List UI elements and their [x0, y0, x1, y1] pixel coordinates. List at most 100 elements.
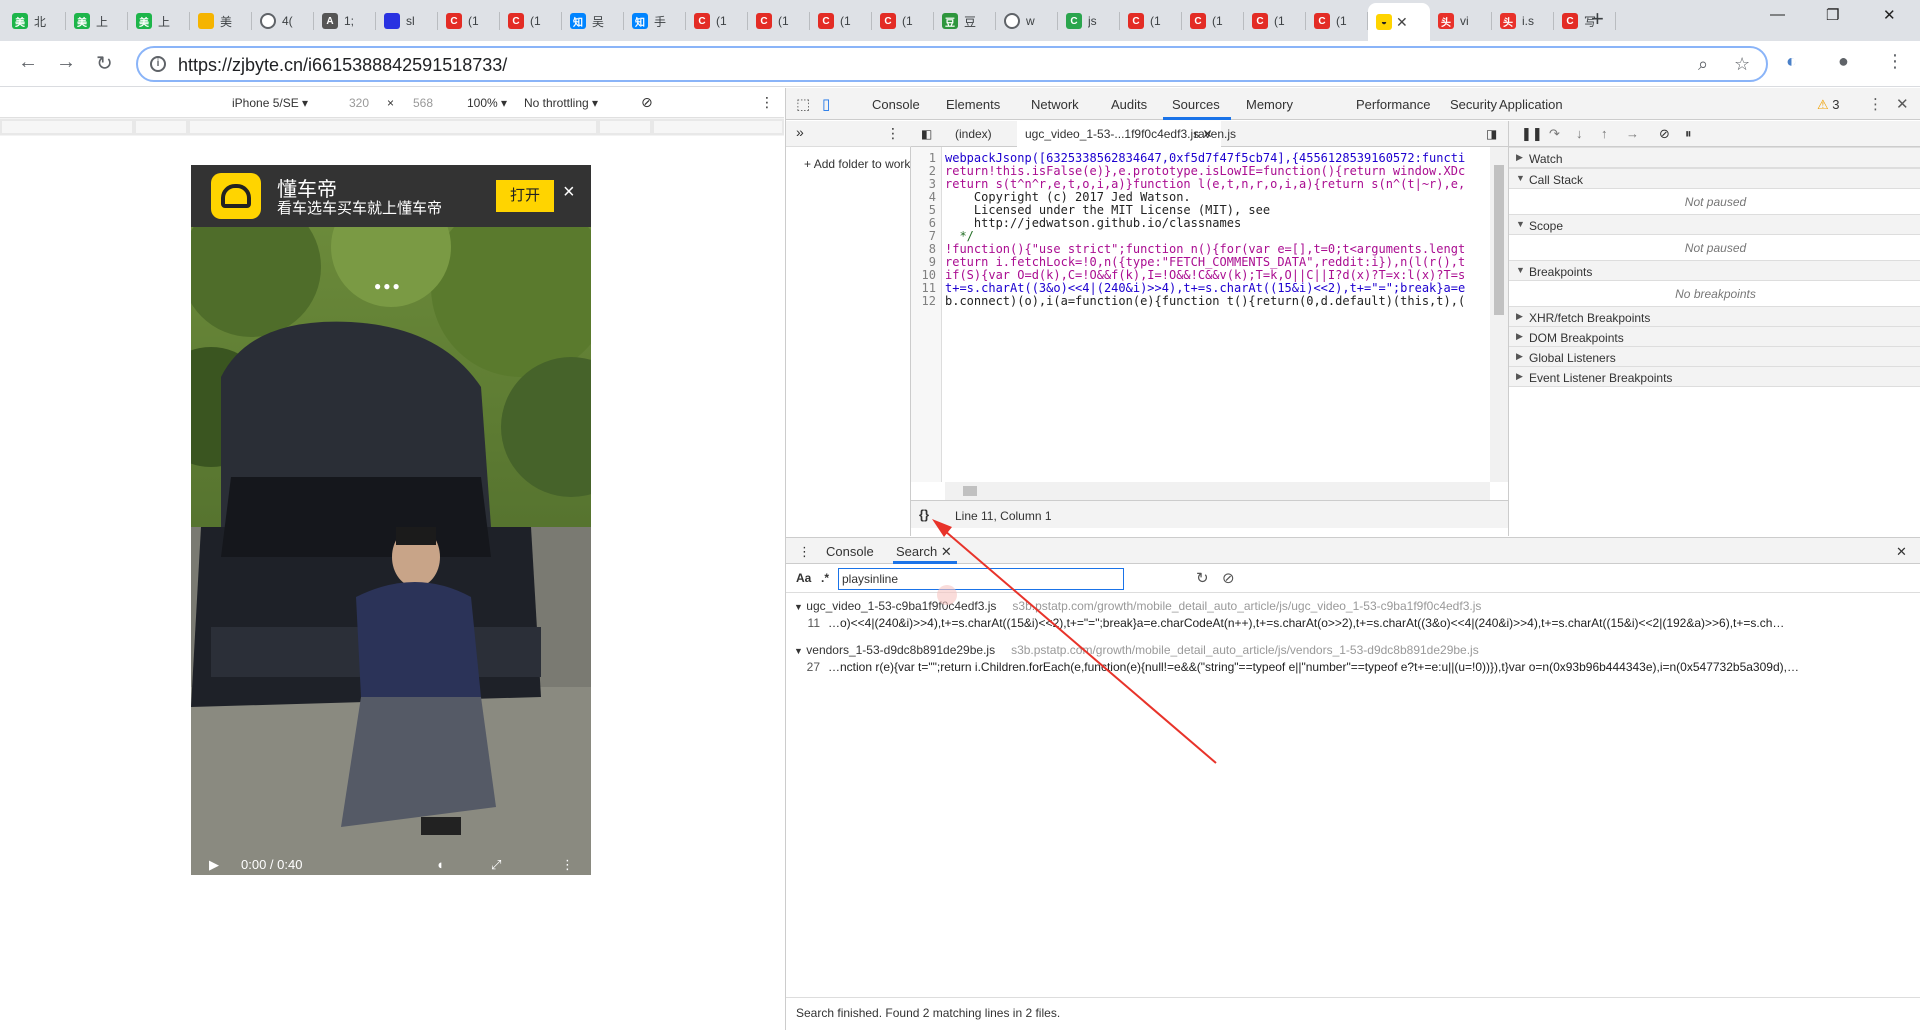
play-icon[interactable]: ▶	[209, 857, 219, 873]
clear-search-icon[interactable]: ⊘	[1222, 569, 1235, 587]
line-number[interactable]: 1	[929, 151, 936, 165]
more-tabs-icon[interactable]: »	[796, 124, 804, 140]
line-number[interactable]: 10	[922, 268, 936, 282]
browser-tab[interactable]: C (1	[1244, 6, 1306, 36]
browser-tab[interactable]: C (1	[872, 6, 934, 36]
extension-icon[interactable]: ◐	[1786, 51, 1797, 72]
horizontal-scrollbar[interactable]	[945, 482, 1490, 500]
line-number[interactable]: 7	[929, 229, 936, 243]
line-number[interactable]: 3	[929, 177, 936, 191]
deactivate-breakpoints-icon[interactable]: ⊘	[1659, 126, 1670, 142]
maximize-icon[interactable]: ❐	[1826, 6, 1839, 24]
inspect-element-icon[interactable]: ⬚	[796, 95, 810, 113]
search-result-line[interactable]: 27 …nction r(e){var t="";return i.Childre…	[798, 660, 1918, 674]
device-height[interactable]: 568	[413, 96, 433, 110]
browser-tab[interactable]: 美北	[4, 6, 66, 36]
zoom-select[interactable]: 100% ▾	[467, 96, 507, 110]
close-tab-icon[interactable]: ✕	[1396, 14, 1408, 31]
drawer-tab-search[interactable]: Search ✕	[896, 544, 952, 560]
tab-network[interactable]: Network	[1031, 97, 1079, 112]
drawer-menu-icon[interactable]: ⋮	[798, 544, 811, 560]
new-tab-button[interactable]: +	[1591, 6, 1604, 32]
browser-tab[interactable]: Cjs	[1058, 6, 1120, 36]
device-select[interactable]: iPhone 5/SE ▾	[232, 96, 308, 110]
fullscreen-icon[interactable]: ⤢	[491, 857, 501, 873]
watch-section[interactable]: ▶ Watch	[1509, 147, 1920, 168]
step-out-icon[interactable]: ↑	[1601, 126, 1608, 141]
editor-tab-ugc-video[interactable]: ugc_video_1-53-...1f9f0c4edf3.js ✕	[1017, 121, 1221, 147]
toggle-debugger-icon[interactable]: ◨	[1486, 127, 1497, 141]
volume-icon[interactable]: ◖	[436, 857, 444, 872]
browser-tab[interactable]: 豆豆	[934, 6, 996, 36]
browser-tab[interactable]: ◒ ✕	[1368, 3, 1430, 41]
close-search-tab-icon[interactable]: ✕	[941, 544, 952, 559]
search-result-file[interactable]: ▼ ugc_video_1-53-c9ba1f9f0c4edf3.js s3b.p…	[794, 599, 1481, 613]
vertical-scrollbar[interactable]	[1490, 147, 1508, 482]
browser-tab[interactable]: w	[996, 6, 1058, 36]
pause-icon[interactable]: ❚❚	[1521, 126, 1543, 142]
browser-tab[interactable]: C (1	[500, 6, 562, 36]
browser-tab[interactable]: C (1	[810, 6, 872, 36]
line-number[interactable]: 11	[922, 281, 936, 295]
tab-performance[interactable]: Performance	[1356, 97, 1430, 112]
call-stack-section[interactable]: ▼ Call Stack	[1509, 168, 1920, 189]
forward-icon[interactable]: →	[56, 51, 76, 74]
minimize-icon[interactable]: —	[1770, 6, 1785, 23]
close-banner-icon[interactable]: ×	[563, 181, 575, 204]
pretty-print-icon[interactable]: {}	[919, 507, 929, 522]
more-icon[interactable]: ⋮	[561, 857, 574, 873]
video-player[interactable]: ●●●	[191, 227, 591, 875]
tab-audits[interactable]: Audits	[1111, 97, 1147, 112]
line-number[interactable]: 4	[929, 190, 936, 204]
browser-tab[interactable]: 头 i.s	[1492, 6, 1554, 36]
line-number[interactable]: 5	[929, 203, 936, 217]
tab-elements[interactable]: Elements	[946, 97, 1000, 112]
editor-tab-index[interactable]: (index)	[955, 127, 992, 141]
browser-tab[interactable]: sl	[376, 6, 438, 36]
tab-sources[interactable]: Sources	[1172, 97, 1220, 112]
device-toggle-icon[interactable]: ▯	[822, 95, 830, 113]
browser-tab[interactable]: 知吴	[562, 6, 624, 36]
warnings-badge[interactable]: ⚠ 3	[1817, 97, 1840, 113]
search-input[interactable]	[838, 568, 1124, 590]
browser-tab[interactable]: C (1	[686, 6, 748, 36]
dom-breakpoints-section[interactable]: ▶ DOM Breakpoints	[1509, 326, 1920, 347]
tab-console[interactable]: Console	[872, 97, 920, 112]
line-number[interactable]: 9	[929, 255, 936, 269]
media-query-ruler[interactable]	[0, 119, 784, 135]
browser-tab[interactable]: C (1	[1306, 6, 1368, 36]
browser-tab[interactable]: 美	[190, 6, 252, 36]
search-result-file[interactable]: ▼ vendors_1-53-d9dc8b891de29be.js s3b.pst…	[794, 643, 1479, 657]
editor-tab-raven[interactable]: raven.js	[1194, 127, 1236, 141]
add-folder-button[interactable]: + Add folder to workspace	[804, 157, 910, 171]
bookmark-star-icon[interactable]: ☆	[1734, 54, 1750, 75]
device-width[interactable]: 320	[349, 96, 369, 110]
toggle-navigator-icon[interactable]: ◧	[921, 127, 932, 141]
step-over-icon[interactable]: ↷	[1549, 126, 1560, 142]
tab-memory[interactable]: Memory	[1246, 97, 1293, 112]
match-case-toggle[interactable]: Aa	[796, 571, 811, 585]
close-devtools-icon[interactable]: ✕	[1896, 95, 1909, 113]
code-area[interactable]: webpackJsonp([6325338562834647,0xf5d7f47…	[945, 147, 1490, 482]
navigator-menu-icon[interactable]: ⋮	[886, 125, 900, 142]
tab-application[interactable]: Application	[1499, 97, 1563, 112]
line-number[interactable]: 12	[922, 294, 936, 308]
rotate-icon[interactable]: ⊘	[641, 94, 653, 111]
browser-tab[interactable]: A 1;	[314, 6, 376, 36]
chrome-menu-icon[interactable]: ⋮	[1886, 51, 1904, 72]
browser-tab[interactable]: 4(	[252, 6, 314, 36]
drawer-tab-console[interactable]: Console	[826, 544, 874, 559]
step-icon[interactable]: →	[1626, 126, 1639, 141]
tab-security[interactable]: Security	[1450, 97, 1497, 112]
global-listeners-section[interactable]: ▶ Global Listeners	[1509, 346, 1920, 367]
xhr-breakpoints-section[interactable]: ▶ XHR/fetch Breakpoints	[1509, 306, 1920, 327]
site-info-icon[interactable]: i	[150, 56, 166, 72]
browser-tab[interactable]: C (1	[1120, 6, 1182, 36]
browser-tab[interactable]: C (1	[438, 6, 500, 36]
browser-tab[interactable]: C (1	[748, 6, 810, 36]
refresh-search-icon[interactable]: ↻	[1196, 569, 1209, 587]
browser-tab[interactable]: C写	[1554, 6, 1616, 36]
line-number[interactable]: 2	[929, 164, 936, 178]
address-bar[interactable]: i https://zjbyte.cn/i6615388842591518733…	[136, 46, 1768, 82]
breakpoints-section[interactable]: ▼ Breakpoints	[1509, 260, 1920, 281]
